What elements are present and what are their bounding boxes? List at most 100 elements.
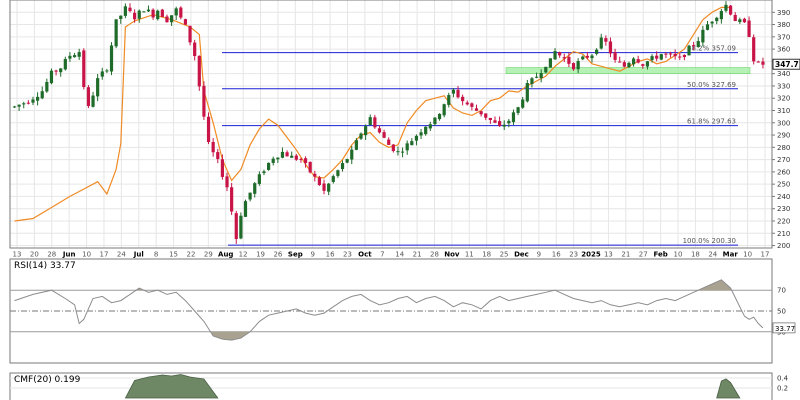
price-candle [618,56,622,63]
price-candle [705,21,710,31]
price-candle [715,16,719,25]
price-candle [114,19,118,49]
date-tick-label: Aug [218,251,233,259]
date-tick-label: 11 [465,251,474,259]
date-tick-label: 26 [273,251,282,259]
price-tick-label: 330 [777,82,790,90]
price-candle [558,51,562,58]
price-candle [26,100,30,105]
date-tick-label: 13 [13,251,22,259]
price-candle [742,17,747,23]
price-candle [105,68,109,74]
date-tick-label: 7 [380,251,384,259]
price-candle [285,150,289,157]
price-candle [280,147,285,159]
date-tick-label: 22 [186,251,195,259]
price-candle [234,210,238,244]
price-candle [216,148,220,164]
rsi-title: RSI(14) 33.77 [14,261,76,271]
price-tick-label: 200 [777,242,790,250]
price-candle [442,103,446,118]
cmf-tick-label: 0.4 [777,375,789,383]
price-candle [119,15,123,24]
price-candle [373,114,377,129]
price-candle [290,151,294,158]
price-candle [17,104,21,111]
date-axis: 13 20 28 Jun 10 17 24 Jul 8 15 22 29 Aug 12 19 26 Sep 9 16… [10,248,772,259]
price-candle [331,174,335,184]
price-candle [687,44,691,56]
price-candle [613,48,617,63]
price-candle [562,53,566,62]
last-price-badge: 347.71 [772,58,800,70]
price-candle [123,3,127,19]
date-tick-label: 9 [310,251,314,259]
price-candle [202,81,206,120]
price-tick-label: 230 [777,205,790,213]
price-candle [63,56,67,71]
date-tick-label: 17 [100,251,109,259]
price-candle [151,8,155,20]
price-candle [673,49,677,60]
stock-chart: 38.2% 357.0950.0% 327.6961.8% 297.63100.… [9,0,800,400]
price-candle [12,105,17,109]
price-candle [206,112,211,145]
date-tick-label: 23 [569,251,578,259]
price-candle [211,138,215,157]
date-tick-label: 16 [326,251,335,259]
date-tick-label: Jul [133,251,144,259]
price-axis: 3903803703603503403303203103002902802702… [772,9,800,250]
price-candle [22,101,26,109]
price-candle [424,126,428,136]
price-candle [359,132,363,140]
price-candle [474,104,479,112]
price-candle [761,57,765,69]
price-candle [470,102,474,111]
date-tick-label: Sep [288,251,303,259]
price-candle [59,68,63,77]
rsi-last-value-badge: 33.77 [772,322,796,334]
price-candle [142,11,146,13]
cmf-panel: 0.40.2 CMF(20) 0.199 [9,372,789,400]
price-candle [262,169,266,176]
date-tick-label: 25 [500,251,509,259]
fib-level-label: 100.0% 200.30 [683,237,736,245]
date-tick-label: 27 [639,251,648,259]
rsi-panel: 70503033.77 RSI(14) 33.77 [9,258,796,364]
price-candle [696,37,700,48]
price-candle [659,53,663,61]
price-candle [336,169,340,178]
price-tick-label: 240 [777,193,790,201]
price-candle [382,129,386,139]
cmf-panel-frame [9,372,773,400]
date-tick-label: Dec [514,251,529,259]
price-tick-label: 380 [777,21,790,29]
price-candle [631,57,636,67]
price-candle [220,154,224,180]
price-tick-label: 320 [777,95,790,103]
date-tick-label: 20 [30,251,39,259]
last-price-label: 347.71 [775,60,800,69]
price-candle [137,9,141,23]
price-candle [544,66,548,74]
date-tick-label: Feb [653,251,667,259]
fib-level-label: 50.0% 327.69 [687,81,736,89]
price-candle [636,55,640,64]
price-candle [627,61,631,68]
date-tick-label: 13 [604,251,613,259]
price-candle [738,17,742,25]
price-candle [276,157,280,163]
price-candle [230,182,234,216]
price-candle [271,156,275,166]
price-candle [322,179,326,195]
price-candle [548,58,553,68]
price-candle [72,52,77,58]
price-candle [437,113,442,121]
price-tick-label: 310 [777,107,790,115]
price-candle [350,145,354,165]
price-candle [100,67,104,80]
price-candle [313,170,317,182]
rsi-tick-label: 70 [777,287,786,295]
price-candle [465,100,469,106]
price-candle [239,212,243,240]
